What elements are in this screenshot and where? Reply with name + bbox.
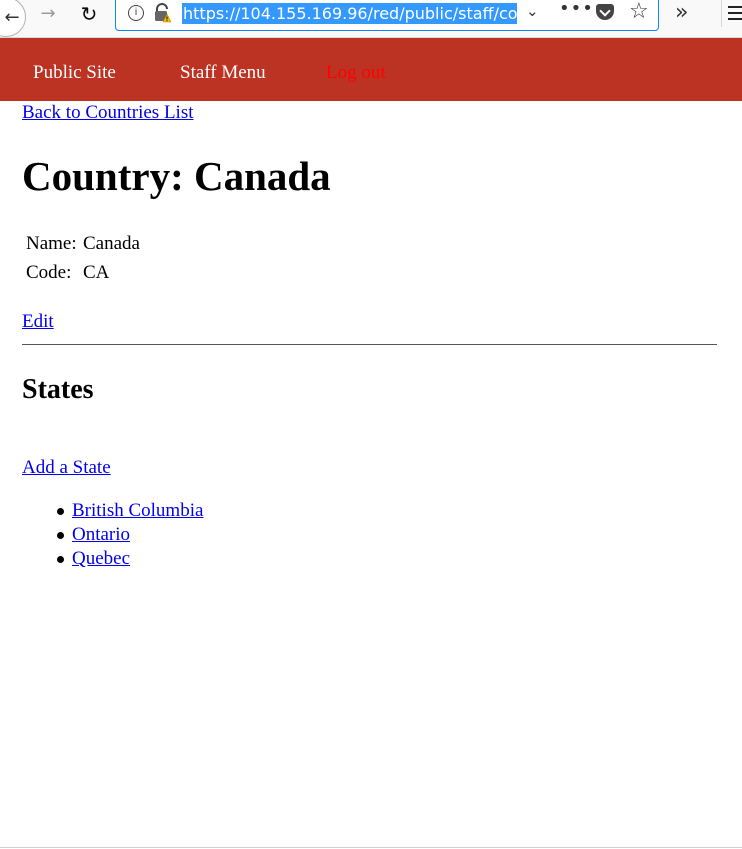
list-item: Quebec xyxy=(56,547,203,571)
window-bottom-border xyxy=(0,847,742,848)
info-icon[interactable]: i xyxy=(128,5,144,21)
bookmark-star-icon[interactable]: ☆ xyxy=(629,0,649,24)
edit-link[interactable]: Edit xyxy=(22,311,54,333)
attribute-row-code: Code: CA xyxy=(26,258,140,287)
page-title: Country: Canada xyxy=(22,153,331,199)
nav-log-out[interactable]: Log out xyxy=(326,62,386,84)
nav-staff-menu[interactable]: Staff Menu xyxy=(180,62,266,84)
state-list: British Columbia Ontario Quebec xyxy=(56,499,203,571)
back-to-countries-link[interactable]: Back to Countries List xyxy=(22,102,194,124)
reload-icon[interactable]: ↻ xyxy=(78,0,100,27)
more-icon[interactable]: ••• xyxy=(559,0,594,19)
site-header: Public Site Staff Menu Log out xyxy=(0,38,742,101)
attribute-value: Canada xyxy=(83,233,140,254)
country-attributes: Name: Canada Code: CA xyxy=(26,229,140,287)
attribute-row-name: Name: Canada xyxy=(26,229,140,258)
overflow-icon[interactable]: » xyxy=(675,0,688,25)
url-bar[interactable]: i https://104.155.169.96/red/public/staf… xyxy=(115,0,659,31)
divider xyxy=(22,344,717,345)
hamburger-menu-icon[interactable] xyxy=(721,0,742,27)
state-link[interactable]: British Columbia xyxy=(72,500,203,521)
add-state-link[interactable]: Add a State xyxy=(22,457,111,479)
browser-toolbar: ← → ↻ i https://104.155.169.96/red/publi… xyxy=(0,0,742,38)
list-item: British Columbia xyxy=(56,499,203,523)
attribute-value: CA xyxy=(83,262,110,283)
back-button[interactable]: ← xyxy=(0,0,26,37)
states-heading: States xyxy=(22,374,94,405)
pocket-icon[interactable] xyxy=(596,4,614,20)
state-link[interactable]: Quebec xyxy=(72,548,130,569)
state-link[interactable]: Ontario xyxy=(72,524,130,545)
attribute-label: Name: xyxy=(26,233,77,254)
list-item: Ontario xyxy=(56,523,203,547)
back-icon: ← xyxy=(4,6,20,28)
nav-public-site[interactable]: Public Site xyxy=(33,62,116,84)
forward-icon[interactable]: → xyxy=(36,0,60,27)
attribute-label: Code: xyxy=(26,262,72,283)
insecure-lock-icon[interactable] xyxy=(153,3,171,23)
url-text[interactable]: https://104.155.169.96/red/public/staff/… xyxy=(182,3,517,24)
dropdown-icon[interactable]: ⌄ xyxy=(526,2,539,20)
